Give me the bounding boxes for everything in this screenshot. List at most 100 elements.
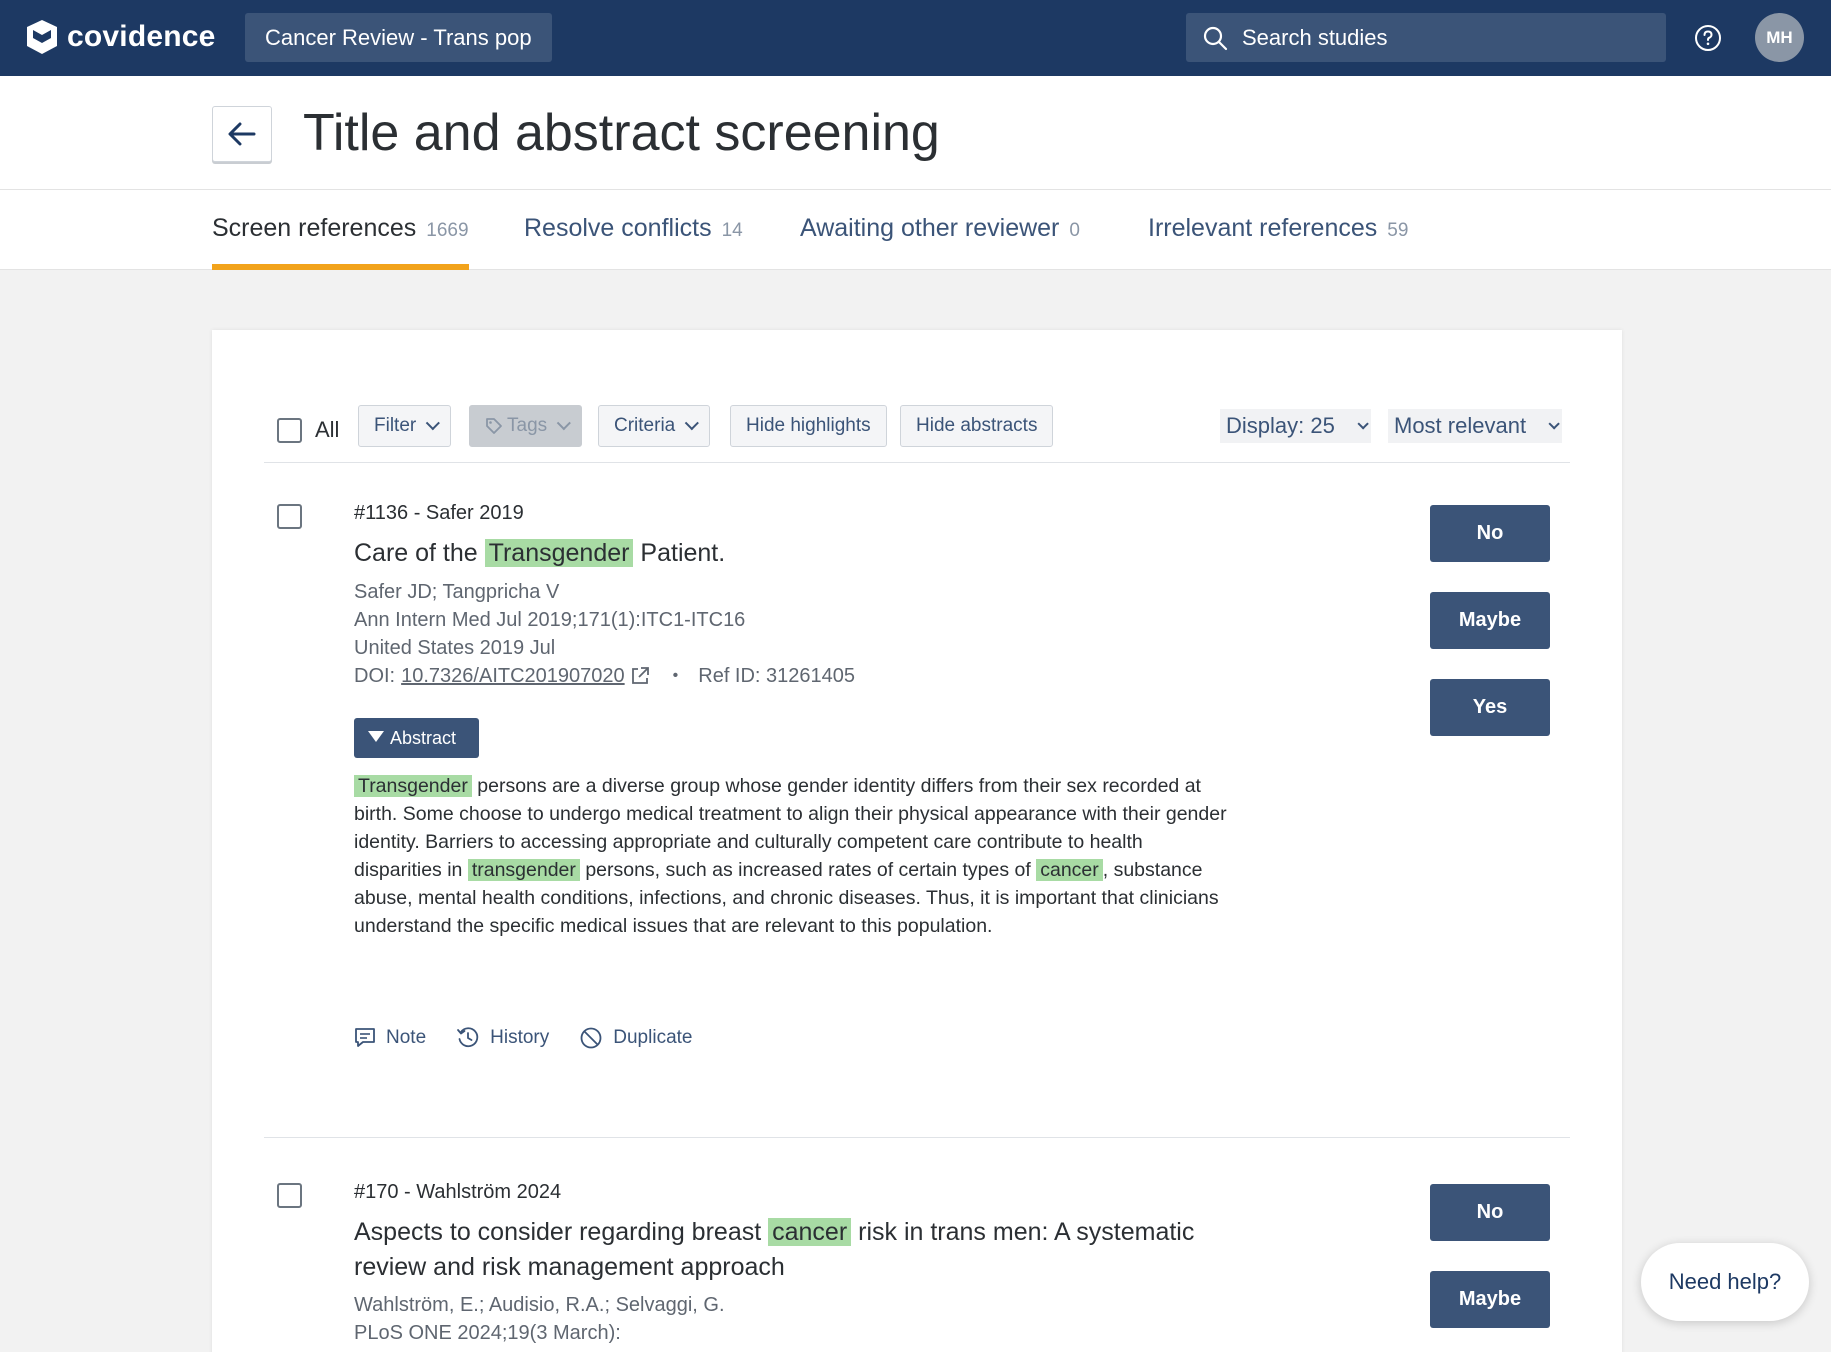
reference-checkbox[interactable]	[277, 1183, 302, 1208]
search-icon	[1203, 26, 1228, 50]
select-all[interactable]: All	[277, 417, 339, 443]
reference-ids: DOI: 10.7326/AITC201907020 • Ref ID: 312…	[354, 662, 855, 690]
screening-tabs: Screen references 1669 Resolve conflicts 1…	[0, 190, 1831, 270]
tags-label: Tags	[507, 415, 548, 436]
references-panel: All Filter Tags Criteria Hide highlights…	[212, 330, 1622, 1352]
filter-label: Filter	[374, 415, 417, 436]
keyword-highlight: transgender	[467, 859, 580, 881]
chevron-down-icon	[1357, 418, 1369, 430]
reference-title: Aspects to consider regarding breast can…	[354, 1215, 1234, 1285]
note-icon	[355, 1028, 375, 1047]
external-link-icon[interactable]	[629, 665, 651, 687]
vote-maybe-button[interactable]: Maybe	[1430, 592, 1550, 649]
bullet-separator: •	[672, 667, 679, 684]
covidence-logo-icon	[27, 20, 57, 54]
reference-checkbox[interactable]	[277, 504, 302, 529]
hide-highlights-button[interactable]: Hide highlights	[730, 405, 887, 447]
reference-title: Care of the Transgender Patient.	[354, 536, 1234, 571]
history-button[interactable]: History	[456, 1026, 549, 1050]
ref-id: Ref ID: 31261405	[698, 665, 856, 687]
arrow-left-icon	[228, 122, 256, 146]
tags-button[interactable]: Tags	[469, 405, 583, 447]
references-toolbar: All Filter Tags Criteria Hide highlights…	[264, 405, 1622, 453]
title-text: Patient.	[640, 539, 726, 567]
tab-count: 0	[1069, 220, 1080, 241]
vote-no-button[interactable]: No	[1430, 505, 1550, 562]
abstract-toggle-label: Abstract	[390, 727, 457, 748]
tab-label: Awaiting other reviewer	[800, 214, 1060, 242]
tab-resolve-conflicts[interactable]: Resolve conflicts 14	[524, 214, 743, 270]
page-title: Title and abstract screening	[303, 104, 940, 162]
tab-count: 14	[721, 220, 743, 241]
search-input[interactable]: Search studies	[1186, 13, 1666, 62]
chevron-down-icon	[1548, 418, 1560, 430]
title-text: Aspects to consider regarding breast	[354, 1218, 762, 1246]
reference-number: #170 - Wahlström 2024	[354, 1181, 562, 1203]
chevron-down-icon	[556, 416, 572, 431]
doi-link[interactable]: 10.7326/AITC201907020	[401, 662, 625, 690]
reference-country-date: United States 2019 Jul	[354, 637, 556, 659]
tab-label: Irrelevant references	[1148, 214, 1378, 242]
keyword-highlight: Transgender	[484, 539, 634, 567]
chevron-down-icon	[425, 416, 441, 431]
vote-maybe-button[interactable]: Maybe	[1430, 1271, 1550, 1328]
criteria-label: Criteria	[614, 415, 676, 436]
display-count-value: Display: 25	[1226, 413, 1335, 438]
hide-abstracts-button[interactable]: Hide abstracts	[900, 405, 1054, 447]
divider	[264, 462, 1570, 463]
keyword-highlight: Transgender	[354, 775, 472, 797]
help-icon[interactable]	[1694, 24, 1722, 52]
tab-count: 59	[1387, 220, 1409, 241]
reference-authors: Safer JD; Tangpricha V	[354, 581, 560, 603]
reference-card: #1136 - Safer 2019 Care of the Transgend…	[264, 494, 1570, 1049]
tab-irrelevant-references[interactable]: Irrelevant references 59	[1148, 214, 1408, 270]
sort-value: Most relevant	[1394, 413, 1527, 438]
vote-yes-button[interactable]: Yes	[1430, 679, 1550, 736]
vote-no-button[interactable]: No	[1430, 1184, 1550, 1241]
covidence-logo[interactable]: covidence	[25, 18, 216, 56]
tab-count: 1669	[426, 220, 469, 241]
reference-journal: PLoS ONE 2024;19(3 March):	[354, 1322, 621, 1344]
abstract-segment: persons, such as increased rates of cert…	[585, 859, 1031, 881]
criteria-button[interactable]: Criteria	[598, 405, 711, 447]
abstract-text: Transgender persons are a diverse group …	[354, 772, 1234, 940]
tab-awaiting-other-reviewer[interactable]: Awaiting other reviewer 0	[800, 214, 1080, 270]
history-label: History	[490, 1027, 550, 1048]
divider	[264, 1137, 1570, 1138]
search-placeholder: Search studies	[1242, 24, 1388, 50]
back-button[interactable]	[212, 106, 272, 162]
tab-screen-references[interactable]: Screen references 1669	[212, 214, 469, 270]
prohibited-icon	[580, 1027, 602, 1049]
history-icon	[457, 1027, 479, 1048]
review-selector[interactable]: Cancer Review - Trans pop	[245, 13, 552, 62]
select-all-checkbox[interactable]	[277, 417, 302, 443]
user-avatar[interactable]: MH	[1755, 13, 1804, 62]
note-button[interactable]: Note	[354, 1027, 426, 1049]
duplicate-label: Duplicate	[613, 1027, 693, 1048]
title-text: Care of the	[354, 539, 478, 567]
top-navbar: covidence Cancer Review - Trans pop Sear…	[0, 0, 1831, 76]
doi-label: DOI:	[354, 665, 396, 687]
reference-actions: Note History Duplicate	[354, 1026, 722, 1050]
reference-number: #1136 - Safer 2019	[354, 502, 524, 524]
display-count-select[interactable]: Display: 25	[1220, 409, 1371, 443]
reference-authors: Wahlström, E.; Audisio, R.A.; Selvaggi, …	[354, 1294, 725, 1316]
reference-card: #170 - Wahlström 2024 Aspects to conside…	[264, 1173, 1570, 1352]
tag-icon	[486, 418, 502, 434]
reference-journal: Ann Intern Med Jul 2019;171(1):ITC1-ITC1…	[354, 609, 746, 631]
logo-text: covidence	[67, 20, 216, 53]
keyword-highlight: cancer	[1036, 859, 1103, 881]
select-all-label: All	[315, 417, 340, 442]
keyword-highlight: cancer	[768, 1218, 852, 1246]
abstract-toggle-button[interactable]: Abstract	[354, 718, 479, 758]
need-help-button[interactable]: Need help?	[1641, 1243, 1809, 1321]
sort-select[interactable]: Most relevant	[1388, 409, 1563, 443]
duplicate-button[interactable]: Duplicate	[579, 1026, 692, 1050]
note-label: Note	[386, 1027, 427, 1048]
tab-label: Screen references	[212, 214, 417, 242]
filter-button[interactable]: Filter	[358, 405, 452, 447]
caret-down-icon	[368, 730, 384, 742]
page-header: Title and abstract screening	[0, 76, 1831, 190]
tab-label: Resolve conflicts	[524, 214, 712, 242]
chevron-down-icon	[684, 416, 700, 431]
